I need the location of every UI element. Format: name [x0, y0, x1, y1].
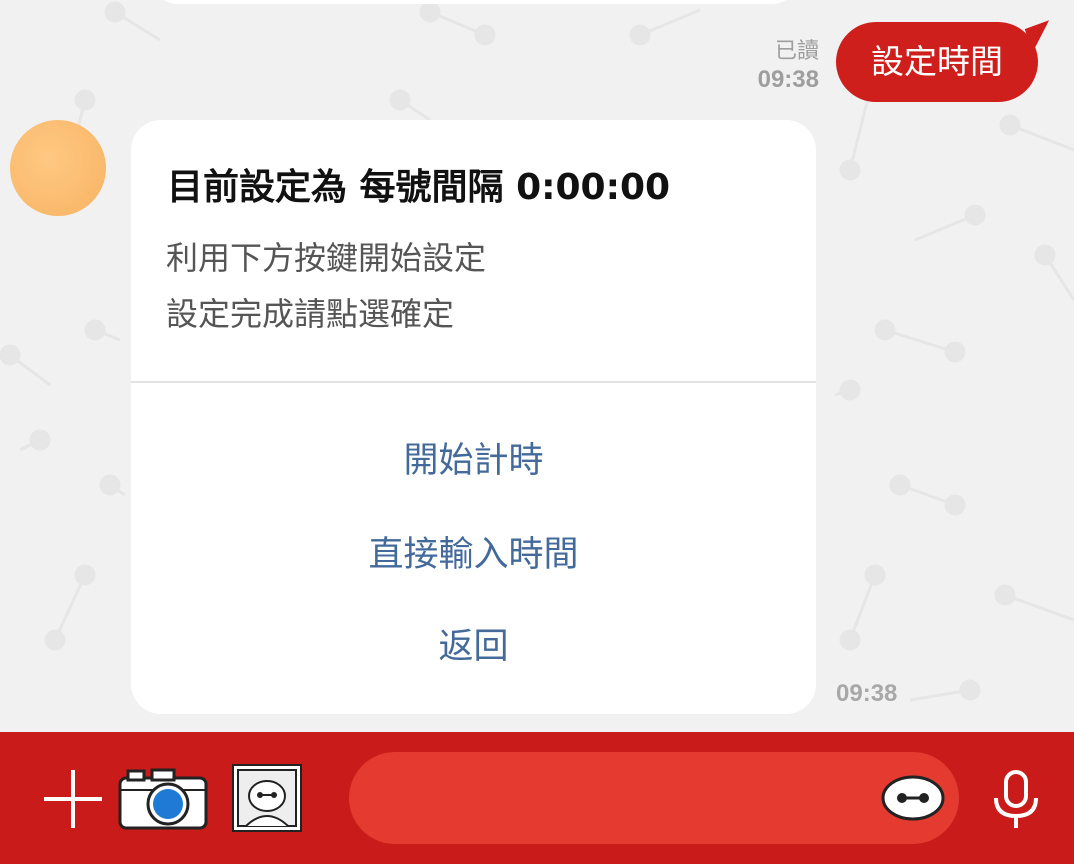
emoji-icon[interactable] — [881, 774, 945, 822]
bot-message-time: 09:38 — [836, 680, 898, 707]
card-body: 利用下方按鍵開始設定 設定完成請點選確定 — [166, 230, 486, 342]
sticker-face-icon — [237, 769, 297, 827]
message-input-field[interactable] — [349, 752, 959, 844]
card-divider — [131, 381, 816, 383]
sent-message-text: 設定時間 — [871, 42, 1003, 81]
sent-message-meta: 已讀 09:38 — [758, 38, 819, 94]
start-timer-button[interactable]: 開始計時 — [131, 432, 816, 483]
card-body-line: 利用下方按鍵開始設定 — [166, 239, 487, 277]
microphone-icon[interactable] — [990, 770, 1042, 830]
sent-message-time: 09:38 — [757, 66, 819, 93]
read-receipt: 已讀 — [774, 39, 819, 64]
back-button[interactable]: 返回 — [131, 618, 816, 669]
sticker-icon[interactable] — [232, 764, 302, 832]
bot-avatar[interactable] — [10, 120, 106, 216]
message-input[interactable] — [379, 772, 863, 826]
previous-message-bubble — [150, 0, 800, 4]
bot-card: 目前設定為 每號間隔 0:00:00 利用下方按鍵開始設定 設定完成請點選確定 … — [131, 120, 816, 714]
camera-icon[interactable] — [118, 768, 208, 830]
sent-message-bubble[interactable]: 設定時間 — [836, 20, 1058, 102]
card-title: 目前設定為 每號間隔 0:00:00 — [167, 167, 671, 208]
card-body-line: 設定完成請點選確定 — [166, 295, 455, 333]
enter-time-button[interactable]: 直接輸入時間 — [131, 526, 816, 577]
plus-icon[interactable] — [44, 770, 102, 828]
